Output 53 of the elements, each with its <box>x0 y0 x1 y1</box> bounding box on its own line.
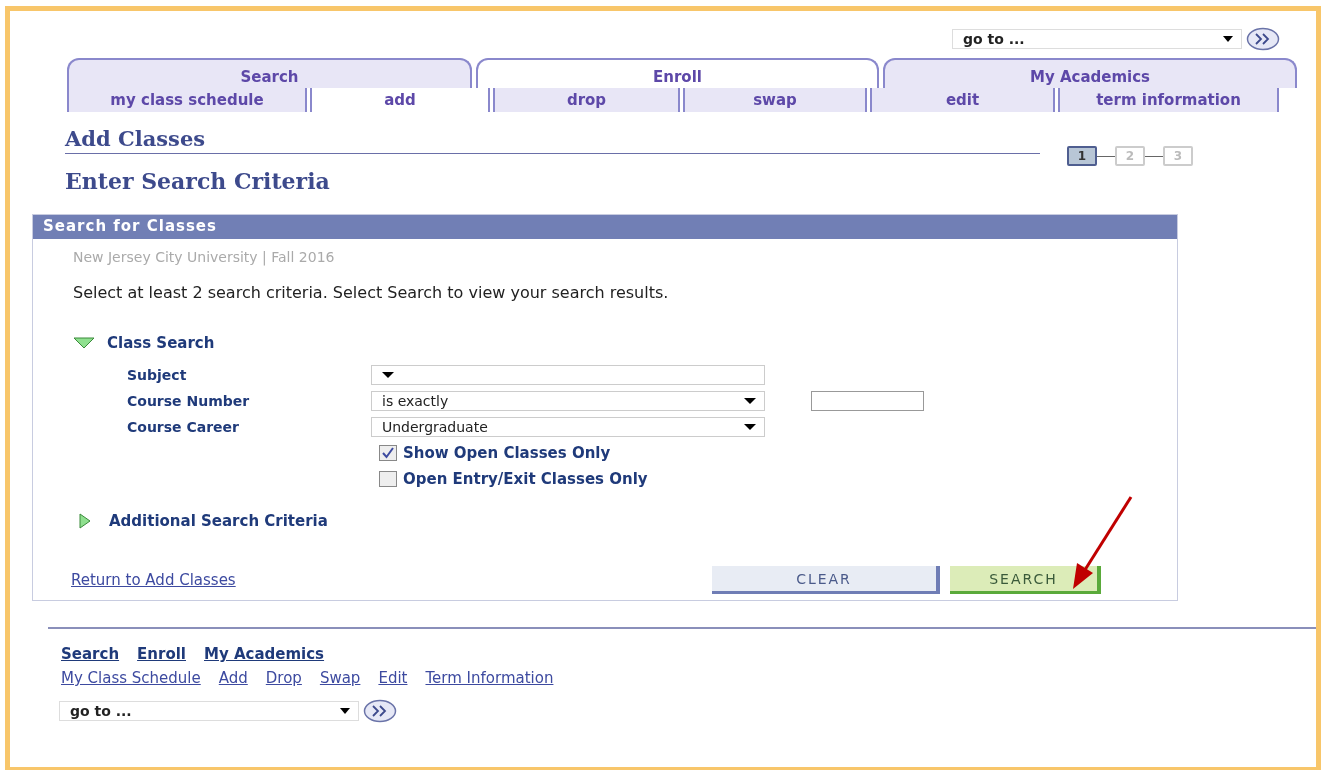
footer-link[interactable]: Search <box>61 645 120 663</box>
footer-link[interactable]: Drop <box>265 669 302 687</box>
footer-link[interactable]: Swap <box>319 669 361 687</box>
collapse-triangle-icon <box>73 337 95 349</box>
section-toggle[interactable]: Additional Search Criteria <box>79 512 1177 530</box>
clear-button[interactable]: CLEAR <box>712 566 940 594</box>
subtab[interactable]: swap <box>683 88 867 112</box>
panel-header: Search for Classes <box>33 215 1177 239</box>
select-field[interactable]: is exactly <box>371 391 765 411</box>
caret-icon <box>744 398 756 404</box>
footer-link[interactable]: Edit <box>378 669 408 687</box>
checkbox[interactable] <box>379 445 397 461</box>
checkbox-label: Open Entry/Exit Classes Only <box>403 470 648 488</box>
subtab[interactable]: edit <box>870 88 1055 112</box>
select-field[interactable]: Undergraduate <box>371 417 765 437</box>
input-field[interactable] <box>811 391 924 411</box>
instructions-text: Select at least 2 search criteria. Select Search to view your search results. <box>73 283 670 302</box>
tab[interactable]: My Academics <box>883 58 1297 88</box>
tab[interactable]: Search <box>67 58 472 88</box>
caret-icon <box>382 372 394 378</box>
search-button[interactable]: SEARCH <box>950 566 1101 594</box>
select-field[interactable] <box>371 365 765 385</box>
expand-triangle-icon <box>79 513 91 529</box>
institution-term: New Jersey City University | Fall 2016 <box>73 249 336 265</box>
subtab[interactable]: my class schedule <box>67 88 307 112</box>
field-label: Course Number <box>127 393 251 409</box>
page-subtitle: Enter Search Criteria <box>65 168 331 194</box>
tab[interactable]: Enroll <box>476 58 879 88</box>
checkbox[interactable] <box>379 471 397 487</box>
field-label: Course Career <box>127 419 240 435</box>
subtab[interactable]: drop <box>493 88 680 112</box>
footer-link[interactable]: Term Information <box>425 669 554 687</box>
return-link[interactable]: Return to Add Classes <box>71 571 236 589</box>
caret-icon <box>1223 36 1233 42</box>
step-indicator: 3 <box>1163 146 1193 166</box>
field-label: Subject <box>127 367 188 383</box>
caret-icon <box>340 708 350 714</box>
step-indicator: 1 <box>1067 146 1097 166</box>
subtab[interactable]: add <box>310 88 490 112</box>
go-button-icon[interactable] <box>1246 27 1280 51</box>
go-to-dropdown[interactable]: go to ... <box>59 701 359 721</box>
go-to-dropdown[interactable]: go to ... <box>952 29 1242 49</box>
page-title: Add Classes <box>65 126 206 151</box>
footer-link[interactable]: Enroll <box>137 645 186 663</box>
subtab[interactable]: term information <box>1058 88 1279 112</box>
go-button-icon[interactable] <box>363 699 397 723</box>
footer-link[interactable]: My Academics <box>204 645 325 663</box>
footer-link[interactable]: Add <box>218 669 248 687</box>
caret-icon <box>744 424 756 430</box>
section-toggle[interactable]: Class Search <box>73 334 1177 352</box>
step-indicator: 2 <box>1115 146 1145 166</box>
footer-link[interactable]: My Class Schedule <box>61 669 201 687</box>
checkbox-label: Show Open Classes Only <box>403 444 611 462</box>
